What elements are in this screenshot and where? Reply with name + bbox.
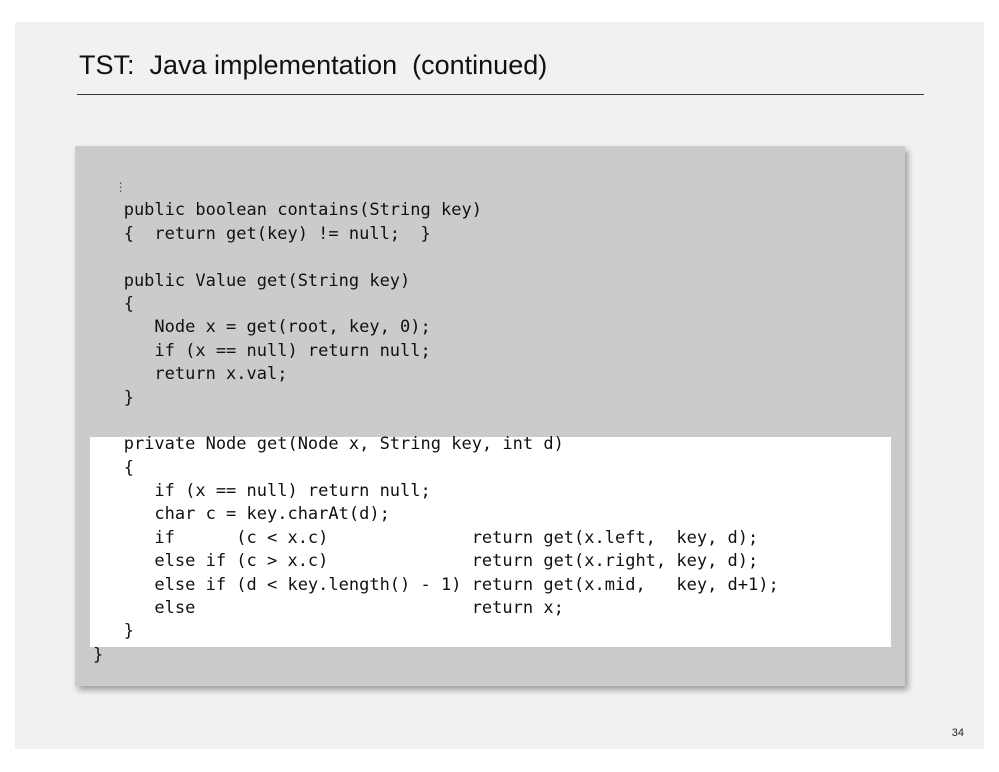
code-line: char c = key.charAt(d); xyxy=(93,504,390,525)
page-number: 34 xyxy=(951,727,964,739)
title-divider xyxy=(77,94,924,95)
code-line: } xyxy=(93,621,134,642)
code-line: public boolean contains(String key) xyxy=(93,200,482,221)
slide-title: TST: Java implementation (continued) xyxy=(79,50,548,80)
code-line: } xyxy=(93,644,104,665)
code-line: else if (d < key.length() - 1) return ge… xyxy=(93,574,779,595)
code-line: { xyxy=(93,457,134,478)
code-line: return x.val; xyxy=(93,364,288,385)
code-line: } xyxy=(93,387,134,408)
code-ellipsis: ⋮ xyxy=(93,180,127,194)
code-line: else if (c > x.c) return get(x.right, ke… xyxy=(93,551,759,572)
code-line: if (c < x.c) return get(x.left, key, d); xyxy=(93,527,759,548)
code-block: ⋮ public boolean contains(String key) { … xyxy=(93,176,779,667)
code-line: private Node get(Node x, String key, int… xyxy=(93,434,564,455)
code-line: if (x == null) return null; xyxy=(93,481,431,502)
code-line: public Value get(String key) xyxy=(93,270,411,291)
code-line: if (x == null) return null; xyxy=(93,340,431,361)
code-line: else return x; xyxy=(93,598,564,619)
slide: TST: Java implementation (continued) ⋮ p… xyxy=(15,22,984,749)
code-line: Node x = get(root, key, 0); xyxy=(93,317,431,338)
code-line: { xyxy=(93,293,134,314)
code-line: { return get(key) != null; } xyxy=(93,223,431,244)
code-panel: ⋮ public boolean contains(String key) { … xyxy=(75,146,905,686)
